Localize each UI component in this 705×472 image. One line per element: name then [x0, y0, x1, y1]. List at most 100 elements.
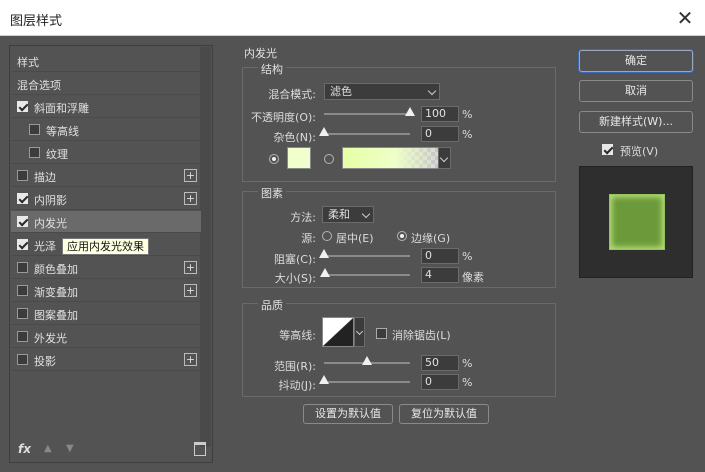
opacity-thumb[interactable] — [405, 107, 415, 116]
sidebar-item-label: 等高线 — [46, 125, 79, 138]
opacity-slider[interactable] — [324, 107, 415, 119]
sidebar-checkbox[interactable] — [17, 331, 28, 342]
contour-preview[interactable] — [322, 317, 354, 347]
choke-track — [324, 255, 410, 257]
range-thumb[interactable] — [362, 356, 372, 365]
new-style-button[interactable]: 新建样式(W)... — [579, 111, 693, 133]
add-effect-icon[interactable]: + — [184, 261, 197, 274]
source-center-radio[interactable] — [322, 231, 332, 241]
source-center-label[interactable]: 居中(E) — [336, 230, 374, 246]
add-effect-icon[interactable]: + — [184, 169, 197, 182]
gradient-radio[interactable] — [324, 154, 334, 164]
range-unit: % — [462, 357, 473, 370]
preview-label[interactable]: 预览(V) — [620, 143, 658, 159]
sidebar-item-color-overlay[interactable]: 颜色叠加 + — [11, 257, 201, 279]
sidebar-item-pattern-overlay[interactable]: 图案叠加 — [11, 303, 201, 325]
move-down-icon[interactable]: ▼ — [66, 443, 74, 454]
noise-thumb[interactable] — [319, 127, 329, 136]
sidebar-item-stroke[interactable]: 描边 + — [11, 165, 201, 187]
chevron-down-icon — [355, 327, 364, 336]
antialias-checkbox[interactable] — [376, 328, 387, 339]
choke-unit: % — [462, 250, 473, 263]
size-input[interactable]: 4 — [421, 267, 459, 283]
color-swatch[interactable] — [287, 147, 311, 169]
sidebar-item-label: 图案叠加 — [34, 309, 78, 322]
source-edge-radio[interactable] — [397, 231, 407, 241]
sidebar-checkbox[interactable] — [17, 354, 28, 365]
blend-mode-select[interactable]: 滤色 — [324, 83, 440, 100]
sidebar-item-label: 斜面和浮雕 — [34, 102, 89, 115]
sidebar-item-bevel-emboss[interactable]: 斜面和浮雕 — [11, 96, 201, 118]
add-effect-icon[interactable]: + — [184, 353, 197, 366]
add-effect-icon[interactable]: + — [184, 284, 197, 297]
action-column: 确定 取消 新建样式(W)... 预览(V) — [578, 45, 698, 463]
sidebar-item-label: 样式 — [17, 56, 39, 69]
range-input[interactable]: 50 — [421, 355, 459, 371]
chevron-down-icon — [427, 86, 437, 96]
noise-slider[interactable] — [319, 127, 410, 139]
opacity-unit: % — [462, 108, 473, 121]
choke-input[interactable]: 0 — [421, 248, 459, 264]
cancel-button[interactable]: 取消 — [579, 80, 693, 102]
tooltip: 应用内发光效果 — [62, 238, 149, 255]
preview-swatch — [609, 194, 665, 250]
opacity-input[interactable]: 100 — [421, 106, 459, 122]
range-label: 范围(R): — [274, 360, 316, 373]
noise-input[interactable]: 0 — [421, 126, 459, 142]
sidebar-checkbox[interactable] — [17, 262, 28, 273]
choke-slider[interactable] — [319, 249, 410, 261]
quality-title: 品质 — [258, 297, 286, 313]
sidebar-checkbox[interactable] — [17, 285, 28, 296]
close-icon[interactable]: ✕ — [673, 6, 697, 30]
sidebar-item-label: 描边 — [34, 171, 56, 184]
sidebar-checkbox[interactable] — [29, 124, 40, 135]
sidebar-item-styles-header[interactable]: 样式 — [11, 50, 201, 72]
sidebar-checkbox[interactable] — [17, 239, 28, 250]
set-default-button[interactable]: 设置为默认值 — [303, 404, 393, 424]
gradient-dropdown[interactable] — [438, 147, 451, 169]
sidebar-checkbox[interactable] — [17, 101, 28, 112]
choke-thumb[interactable] — [319, 249, 329, 258]
sidebar-item-label: 颜色叠加 — [34, 263, 78, 276]
size-slider[interactable] — [320, 268, 410, 280]
antialias-label[interactable]: 消除锯齿(L) — [392, 327, 451, 343]
sidebar-item-label: 渐变叠加 — [34, 286, 78, 299]
add-effect-icon[interactable]: + — [184, 192, 197, 205]
sidebar-checkbox[interactable] — [17, 193, 28, 204]
jitter-input[interactable]: 0 — [421, 374, 459, 390]
method-select[interactable]: 柔和 — [322, 206, 374, 223]
reset-default-button[interactable]: 复位为默认值 — [399, 404, 489, 424]
sidebar-checkbox[interactable] — [17, 170, 28, 181]
sidebar-item-blending-options[interactable]: 混合选项 — [11, 73, 201, 95]
ok-button[interactable]: 确定 — [579, 50, 693, 72]
sidebar-checkbox[interactable] — [17, 216, 28, 227]
jitter-thumb[interactable] — [319, 375, 329, 384]
preview-checkbox[interactable] — [602, 144, 613, 155]
sidebar-item-label: 外发光 — [34, 332, 67, 345]
jitter-slider[interactable] — [319, 375, 410, 387]
sidebar-item-contour[interactable]: 等高线 — [11, 119, 201, 141]
sidebar-item-gradient-overlay[interactable]: 渐变叠加 + — [11, 280, 201, 302]
fx-button[interactable]: fx — [18, 442, 31, 456]
size-track — [324, 274, 410, 276]
sidebar-item-drop-shadow[interactable]: 投影 + — [11, 349, 201, 371]
sidebar-item-outer-glow[interactable]: 外发光 — [11, 326, 201, 348]
size-thumb[interactable] — [320, 268, 331, 277]
move-up-icon[interactable]: ▲ — [44, 443, 52, 454]
sidebar-item-inner-shadow[interactable]: 内阴影 + — [11, 188, 201, 210]
gradient-swatch[interactable] — [342, 147, 440, 169]
sidebar-checkbox[interactable] — [17, 308, 28, 319]
opacity-label: 不透明度(O): — [251, 111, 316, 124]
sidebar-item-inner-glow[interactable]: 内发光 — [11, 211, 201, 233]
contour-dropdown[interactable] — [354, 317, 365, 347]
sidebar-checkbox[interactable] — [29, 147, 40, 158]
noise-track — [324, 133, 410, 135]
source-edge-label[interactable]: 边缘(G) — [411, 230, 450, 246]
trash-icon[interactable] — [194, 442, 206, 456]
sidebar-item-label: 内发光 — [34, 217, 67, 230]
sidebar-item-texture[interactable]: 纹理 — [11, 142, 201, 164]
sidebar-scrollbar[interactable] — [200, 47, 211, 447]
style-preview — [579, 166, 693, 278]
solid-color-radio[interactable] — [269, 154, 279, 164]
range-slider[interactable] — [324, 356, 410, 368]
